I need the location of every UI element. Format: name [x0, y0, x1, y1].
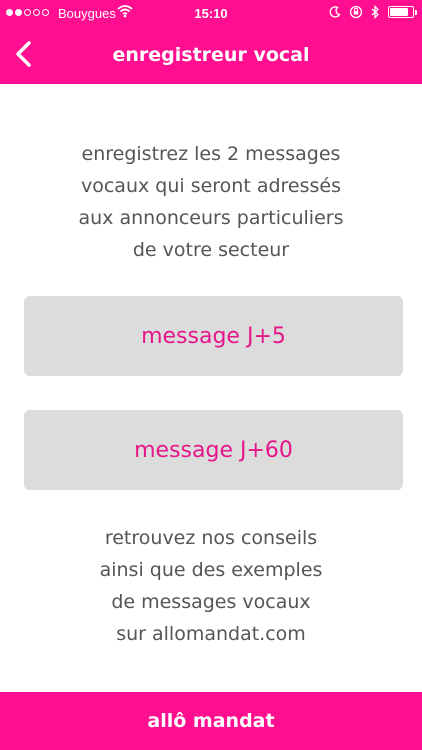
- intro-line: enregistrez les 2 messages: [81, 143, 341, 165]
- status-icons: [329, 5, 417, 19]
- message-j5-button[interactable]: message J+5: [24, 296, 403, 376]
- tips-line: sur allomandat.com: [116, 623, 306, 645]
- intro-line: de votre secteur: [132, 239, 290, 261]
- intro-line: aux annonceurs particuliers: [78, 207, 344, 229]
- status-bar: Bouygues 15:10: [0, 0, 422, 28]
- page-title: enregistreur vocal: [112, 44, 310, 66]
- bluetooth-icon: [371, 5, 379, 19]
- tips-line: ainsi que des exemples: [99, 559, 323, 581]
- intro-text: enregistrez les 2 messages vocaux qui se…: [0, 138, 422, 266]
- tips-line: retrouvez nos conseils: [104, 527, 318, 549]
- battery-icon: [388, 6, 417, 18]
- orientation-lock-icon: [349, 5, 363, 19]
- moon-icon: [329, 6, 341, 18]
- header-bar: Bouygues 15:10 enregistreur vocal: [0, 0, 422, 84]
- tips-line: de messages vocaux: [111, 591, 311, 613]
- tips-text: retrouvez nos conseils ainsi que des exe…: [0, 522, 422, 650]
- battery-level: [390, 8, 409, 16]
- intro-line: vocaux qui seront adressés: [80, 175, 342, 197]
- footer-button[interactable]: allô mandat: [0, 692, 422, 750]
- message-j60-button[interactable]: message J+60: [24, 410, 403, 490]
